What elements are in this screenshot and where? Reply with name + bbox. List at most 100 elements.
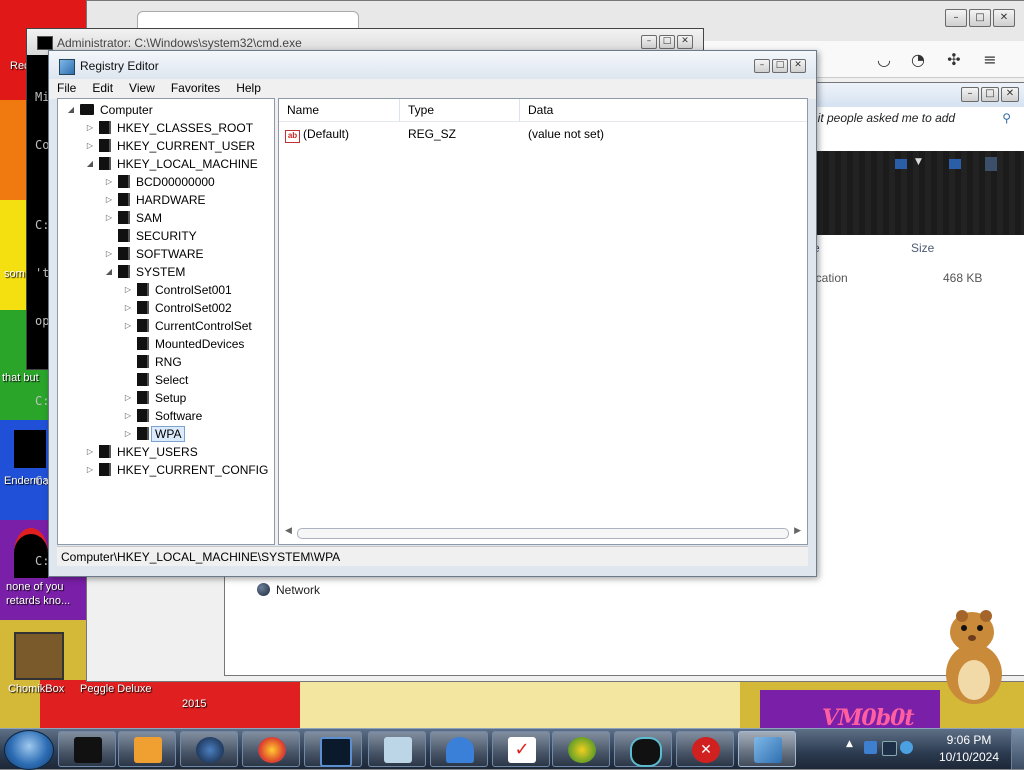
tree-node[interactable]: Select [123, 371, 188, 389]
scroll-left-icon[interactable]: ◀ [285, 526, 292, 536]
taskbar-item-checklist[interactable]: ✓ [492, 731, 550, 767]
taskbar-item-close-app[interactable]: ✕ [676, 731, 734, 767]
collapse-icon[interactable]: ◢ [85, 155, 95, 173]
values-pane[interactable]: Name Type Data ab (Default) REG_SZ (value… [278, 98, 808, 545]
desktop-icon-label[interactable]: som [4, 268, 25, 280]
close-button[interactable]: ✕ [993, 9, 1015, 27]
column-size-header[interactable]: Size [911, 241, 934, 255]
start-button[interactable] [4, 730, 54, 770]
expand-icon[interactable]: ▷ [123, 317, 133, 335]
menu-edit[interactable]: Edit [84, 79, 121, 99]
chevron-down-icon[interactable]: ▼ [915, 157, 922, 167]
taskbar-item-media[interactable] [118, 731, 176, 767]
tree-node[interactable]: ▷ CurrentControlSet [123, 317, 252, 335]
horizontal-scrollbar[interactable]: ◀ ▶ [285, 526, 801, 540]
registry-editor-window[interactable]: Registry Editor – □ ✕ File Edit View Fav… [48, 50, 817, 577]
tree-node[interactable]: RNG [123, 353, 182, 371]
column-name-header[interactable]: Name [279, 99, 400, 121]
minimize-button[interactable]: – [754, 59, 770, 73]
tree-node[interactable]: ▷ HKEY_CURRENT_CONFIG [85, 461, 268, 479]
preview-icon[interactable] [949, 159, 961, 169]
taskbar-item-firefox[interactable] [242, 731, 300, 767]
taskbar-item-globe[interactable] [180, 731, 238, 767]
minimize-button[interactable]: – [641, 35, 657, 49]
collapse-icon[interactable]: ◢ [66, 101, 76, 119]
taskbar-item-notepad[interactable] [368, 731, 426, 767]
account-icon[interactable]: ◔ [909, 51, 927, 69]
scrollbar-thumb[interactable] [297, 528, 789, 539]
maximize-button[interactable]: □ [659, 35, 675, 49]
tree-node[interactable]: SECURITY [104, 227, 197, 245]
tree-node[interactable]: ▷ Setup [123, 389, 186, 407]
taskbar-item-shark[interactable] [430, 731, 488, 767]
network-icon[interactable] [882, 741, 897, 756]
tree-node[interactable]: ▷ HKEY_CURRENT_USER [85, 137, 255, 155]
menu-view[interactable]: View [121, 79, 163, 99]
minimize-button[interactable]: – [961, 87, 979, 102]
menu-help[interactable]: Help [228, 79, 269, 99]
desktop-icon-label[interactable]: ChomikBox [8, 683, 64, 695]
column-type-header[interactable]: Type [400, 99, 520, 121]
volume-icon[interactable] [900, 741, 913, 754]
regedit-titlebar[interactable]: Registry Editor – □ ✕ [49, 51, 816, 79]
tree-node[interactable]: ◢ HKEY_LOCAL_MACHINE [85, 155, 258, 173]
registry-tree[interactable]: ◢ Computer ▷ HKEY_CLASSES_ROOT ▷ HKEY_CURRENT… [57, 98, 275, 545]
close-button[interactable]: ✕ [677, 35, 693, 49]
menu-favorites[interactable]: Favorites [163, 79, 228, 99]
desktop-icon-label[interactable]: Peggle Deluxe [80, 683, 152, 695]
tree-node[interactable]: ◢ Computer [66, 101, 153, 119]
expand-icon[interactable]: ▷ [85, 137, 95, 155]
tree-node[interactable]: ▷ HKEY_CLASSES_ROOT [85, 119, 253, 137]
desktop-icon-label[interactable]: 2015 [182, 698, 206, 710]
help-icon[interactable] [985, 157, 997, 171]
close-button[interactable]: ✕ [790, 59, 806, 73]
taskbar-item-game[interactable] [552, 731, 610, 767]
chomikbox-icon[interactable] [14, 632, 64, 680]
expand-icon[interactable]: ▷ [104, 173, 114, 191]
show-desktop-button[interactable] [1011, 729, 1024, 769]
taskbar-item-regedit[interactable] [738, 731, 796, 767]
tray-expand-icon[interactable]: ▲ [846, 739, 853, 749]
view-icon[interactable] [895, 159, 907, 169]
extensions-icon[interactable]: ✣ [945, 51, 963, 69]
expand-icon[interactable]: ▷ [85, 119, 95, 137]
network-item[interactable]: Network [257, 583, 320, 597]
taskbar-item-cmd[interactable] [58, 731, 116, 767]
maximize-button[interactable]: □ [981, 87, 999, 102]
maximize-button[interactable]: □ [772, 59, 788, 73]
tree-node[interactable]: ▷ HARDWARE [104, 191, 206, 209]
close-button[interactable]: ✕ [1001, 87, 1019, 102]
menu-icon[interactable]: ≡ [981, 51, 999, 69]
menu-file[interactable]: File [49, 79, 84, 99]
search-input[interactable]: shit people asked me to add ⚲ [805, 111, 1015, 133]
column-data-header[interactable]: Data [520, 99, 807, 121]
collapse-icon[interactable]: ◢ [104, 263, 114, 281]
tree-node[interactable]: ▷ HKEY_USERS [85, 443, 198, 461]
tree-node[interactable]: ▷ SOFTWARE [104, 245, 204, 263]
tree-node[interactable]: ▷ Software [123, 407, 202, 425]
search-icon[interactable]: ⚲ [1002, 111, 1011, 125]
tree-node[interactable]: ▷ ControlSet001 [123, 281, 232, 299]
tree-node[interactable]: ▷ ControlSet002 [123, 299, 232, 317]
expand-icon[interactable]: ▷ [104, 245, 114, 263]
scroll-right-icon[interactable]: ▶ [794, 526, 801, 536]
pocket-icon[interactable]: ◡ [875, 51, 893, 69]
tree-node[interactable]: ▷ WPA [123, 425, 186, 443]
tree-node[interactable]: MountedDevices [123, 335, 244, 353]
tree-node[interactable]: ▷ BCD00000000 [104, 173, 215, 191]
expand-icon[interactable]: ▷ [123, 407, 133, 425]
expand-icon[interactable]: ▷ [85, 443, 95, 461]
expand-icon[interactable]: ▷ [104, 209, 114, 227]
clock[interactable]: 9:06 PM 10/10/2024 [934, 732, 1004, 766]
desktop-icon-label[interactable]: that but [2, 372, 39, 384]
expand-icon[interactable]: ▷ [85, 461, 95, 479]
expand-icon[interactable]: ▷ [123, 299, 133, 317]
expand-icon[interactable]: ▷ [123, 425, 133, 443]
taskbar-item-monitor[interactable] [304, 731, 362, 767]
maximize-button[interactable]: □ [969, 9, 991, 27]
tree-node[interactable]: ◢ SYSTEM [104, 263, 185, 281]
expand-icon[interactable]: ▷ [123, 281, 133, 299]
tree-node[interactable]: ▷ SAM [104, 209, 162, 227]
tray-app-icon[interactable] [864, 741, 877, 754]
expand-icon[interactable]: ▷ [123, 389, 133, 407]
